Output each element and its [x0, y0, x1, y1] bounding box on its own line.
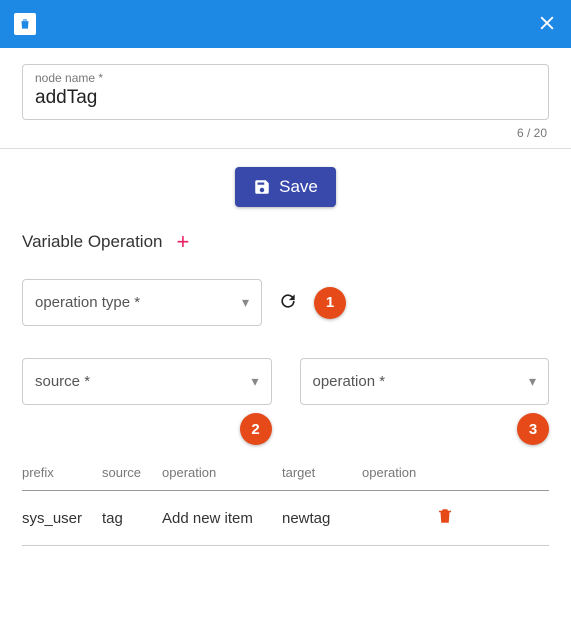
operation-type-select[interactable]: operation type * ▾	[22, 279, 262, 326]
step-badge-3: 3	[517, 413, 549, 445]
section-title: Variable Operation	[22, 232, 163, 252]
step-badge-2: 2	[240, 413, 272, 445]
source-select[interactable]: source * ▾	[22, 358, 272, 405]
col-target: target	[282, 465, 362, 480]
add-operation-button[interactable]: +	[177, 231, 190, 253]
table-header-row: prefix source operation target operation	[22, 455, 549, 491]
operation-type-label: operation type *	[35, 294, 140, 311]
node-name-field-wrap[interactable]: node name *	[22, 64, 549, 120]
cell-operation-1: Add new item	[162, 510, 282, 527]
node-name-counter: 6 / 20	[22, 126, 549, 140]
source-select-label: source *	[35, 373, 90, 390]
brand-delete-icon	[14, 13, 36, 35]
cell-prefix: sys_user	[22, 510, 102, 527]
col-operation-2: operation	[362, 465, 432, 480]
cell-target: newtag	[282, 510, 362, 527]
save-row: Save	[0, 149, 571, 231]
node-name-label: node name *	[35, 71, 536, 85]
chevron-down-icon: ▾	[529, 373, 536, 390]
chevron-down-icon: ▾	[242, 294, 249, 311]
save-icon	[253, 178, 271, 196]
operation-select-label: operation *	[313, 373, 386, 390]
operation-select[interactable]: operation * ▾	[300, 358, 550, 405]
chevron-down-icon: ▾	[251, 373, 258, 390]
step-badge-1: 1	[314, 287, 346, 319]
col-operation-1: operation	[162, 465, 282, 480]
col-prefix: prefix	[22, 465, 102, 480]
node-name-panel: node name * 6 / 20	[0, 48, 571, 149]
delete-row-button[interactable]	[436, 507, 454, 529]
variable-operation-section: Variable Operation + operation type * ▾ …	[0, 231, 571, 568]
node-name-input[interactable]	[35, 87, 536, 109]
cell-source: tag	[102, 510, 162, 527]
save-button-label: Save	[279, 177, 318, 197]
save-button[interactable]: Save	[235, 167, 336, 207]
refresh-button[interactable]	[278, 291, 298, 314]
table-row: sys_user tag Add new item newtag	[22, 491, 549, 546]
modal-header	[0, 0, 571, 48]
operations-table: prefix source operation target operation…	[22, 455, 549, 546]
close-button[interactable]	[537, 13, 557, 36]
col-source: source	[102, 465, 162, 480]
